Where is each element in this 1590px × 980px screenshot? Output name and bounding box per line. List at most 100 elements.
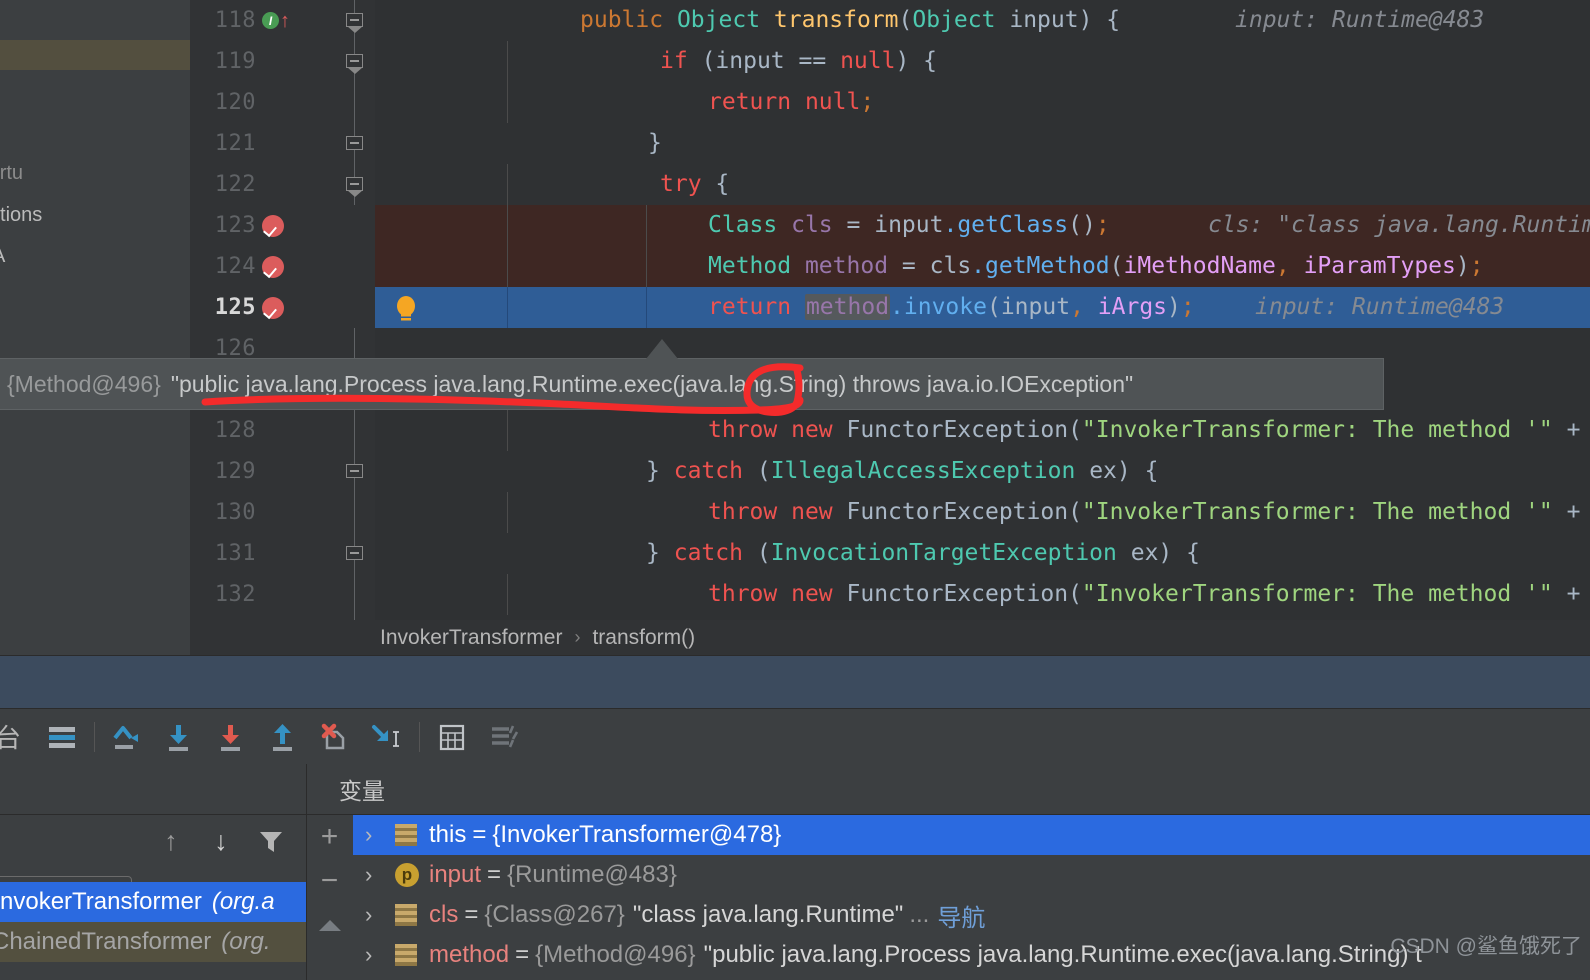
console-strip-partial[interactable]: ry/Java/JavaVirtu ons-collections A — [0, 0, 191, 655]
gutter-row[interactable]: 121 — [190, 123, 335, 164]
fold-brace-icon[interactable] — [346, 546, 363, 560]
gutter-row[interactable]: 132 — [190, 574, 335, 615]
breakpoint-marker[interactable] — [256, 255, 302, 278]
variables-title: 变量 — [339, 778, 385, 804]
code-row-current[interactable]: return method.invoke(input, iArgs); inpu… — [450, 287, 1590, 328]
code-row[interactable]: if (input == null) { — [450, 41, 1590, 82]
evaluate-expression-icon[interactable] — [426, 709, 478, 764]
breadcrumb[interactable]: InvokerTransformer › transform() — [190, 620, 1590, 655]
code-row[interactable]: } — [450, 123, 1590, 164]
settings-icon[interactable] — [478, 709, 530, 764]
code-row[interactable]: throw new FunctorException("InvokerTrans… — [450, 574, 1590, 615]
gutter-row[interactable]: 123 — [190, 205, 335, 246]
intention-bulb-icon[interactable] — [393, 295, 419, 328]
show-execution-point-icon[interactable] — [36, 709, 88, 764]
step-over-icon[interactable] — [101, 709, 153, 764]
watermark: CSDN @鲨鱼饿死了 — [1390, 935, 1582, 958]
gutter-row[interactable]: 129 — [190, 451, 335, 492]
code-row[interactable]: throw new FunctorException("InvokerTrans… — [450, 410, 1590, 451]
breadcrumb-method[interactable]: transform() — [592, 626, 695, 650]
console-tab-icon[interactable]: 台 — [0, 709, 26, 764]
editor-gutter[interactable]: 118 I ↑ 119 120 121 122 123 124 125 126 … — [190, 0, 335, 620]
step-into-icon[interactable] — [153, 709, 205, 764]
variable-value: "class java.lang.Runtime" — [632, 901, 904, 928]
gutter-row[interactable]: 120 — [190, 82, 335, 123]
variables-side-toolbar[interactable]: + − — [307, 815, 352, 980]
code-row[interactable]: throw new FunctorException("InvokerTrans… — [450, 492, 1590, 533]
code-row[interactable]: public Object transform(Object input) { … — [450, 0, 1590, 41]
expand-chevron-icon[interactable]: › — [365, 942, 395, 968]
code-row-executed[interactable]: Class cls = input.getClass(); cls: "clas… — [450, 205, 1590, 246]
expand-chevron-icon[interactable]: › — [365, 862, 395, 888]
ide-window: ry/Java/JavaVirtu ons-collections A 118 … — [0, 0, 1590, 980]
collapse-button[interactable] — [307, 903, 352, 947]
object-icon — [395, 904, 429, 926]
gutter-row[interactable]: 125 — [190, 287, 335, 328]
expand-chevron-icon[interactable]: › — [365, 902, 395, 928]
frame-package: (org.a — [211, 888, 275, 915]
frame-row[interactable]: ChainedTransformer (org. — [0, 922, 306, 962]
force-step-into-icon[interactable] — [205, 709, 257, 764]
code-row[interactable]: } catch (IllegalAccessException ex) { — [450, 451, 1590, 492]
equals-sign: = — [515, 941, 530, 968]
intention-bulb-column[interactable] — [375, 0, 450, 620]
breakpoint-marker[interactable] — [256, 296, 302, 319]
drop-frame-icon[interactable] — [309, 709, 361, 764]
step-out-icon[interactable] — [257, 709, 309, 764]
line-number: 122 — [214, 172, 256, 197]
frames-down-arrow-icon[interactable]: ↓ — [196, 814, 246, 868]
gutter-row[interactable]: 128 — [190, 410, 335, 451]
inline-hint: cls: "class java.lang.Runtime" — [1208, 212, 1590, 238]
variable-row[interactable]: › cls = {Class@267} "class java.lang.Run… — [353, 895, 1590, 935]
equals-sign: = — [472, 821, 487, 848]
fold-collapse-icon[interactable] — [346, 54, 363, 74]
code-editor[interactable]: 118 I ↑ 119 120 121 122 123 124 125 126 … — [190, 0, 1590, 655]
fold-column[interactable] — [335, 0, 375, 620]
gutter-row[interactable]: 124 — [190, 246, 335, 287]
variable-row[interactable]: › p input = {Runtime@483} — [353, 855, 1590, 895]
frame-method: ChainedTransformer — [0, 928, 212, 955]
remove-watch-button[interactable]: − — [307, 859, 352, 903]
debugger-tab-band[interactable] — [0, 656, 1590, 709]
add-watch-button[interactable]: + — [307, 815, 352, 859]
gutter-row[interactable]: 130 — [190, 492, 335, 533]
line-number: 118 — [214, 8, 256, 33]
console-highlighted-line — [0, 40, 190, 70]
gutter-row[interactable]: 118 I ↑ — [190, 0, 335, 41]
variable-ref: {InvokerTransformer@478} — [492, 821, 782, 848]
chevron-right-icon: › — [574, 627, 581, 647]
run-to-cursor-icon[interactable] — [361, 709, 413, 764]
debugger-toolbar[interactable]: 台 — [0, 709, 1590, 764]
code-text-area[interactable]: public Object transform(Object input) { … — [450, 0, 1590, 620]
variables-panel-header: 变量 — [307, 764, 1590, 815]
object-icon — [395, 824, 429, 846]
tooltip-arrow — [646, 339, 678, 360]
frame-package: (org. — [221, 928, 271, 955]
gutter-row[interactable]: 119 — [190, 41, 335, 82]
variable-name: input — [429, 861, 482, 888]
override-marker[interactable]: I ↑ — [256, 11, 302, 31]
filter-icon[interactable] — [246, 814, 296, 868]
code-row[interactable]: try { — [450, 164, 1590, 205]
breakpoint-marker[interactable] — [256, 214, 302, 237]
code-row[interactable]: } catch (InvocationTargetException ex) { — [450, 533, 1590, 574]
frame-row[interactable]: nvokerTransformer (org.a — [0, 882, 306, 922]
frames-toolbar[interactable]: : 运行中 ↑ ↓ — [0, 814, 306, 914]
variable-row[interactable]: › this = {InvokerTransformer@478} — [353, 815, 1590, 855]
navigate-link[interactable]: 导航 — [937, 898, 985, 933]
fold-collapse-icon[interactable] — [346, 177, 363, 197]
fold-brace-icon[interactable] — [346, 464, 363, 478]
gutter-row[interactable]: 122 — [190, 164, 335, 205]
line-number: 132 — [214, 582, 256, 607]
debugger-bottom-panels: : 运行中 ↑ ↓ nvokerTransformer (org.a Chain… — [0, 764, 1590, 980]
fold-collapse-icon[interactable] — [346, 13, 363, 33]
expand-chevron-icon[interactable]: › — [365, 822, 395, 848]
frames-up-arrow-icon[interactable]: ↑ — [146, 814, 196, 868]
gutter-row[interactable]: 131 — [190, 533, 335, 574]
frames-panel[interactable]: : 运行中 ↑ ↓ nvokerTransformer (org.a Chain… — [0, 764, 307, 980]
code-row[interactable]: return null; — [450, 82, 1590, 123]
fold-brace-icon[interactable] — [346, 136, 363, 150]
breadcrumb-class[interactable]: InvokerTransformer — [380, 626, 562, 650]
value-tooltip[interactable]: {Method@496} "public java.lang.Process j… — [0, 358, 1384, 410]
code-row-executed[interactable]: Method method = cls.getMethod(iMethodNam… — [450, 246, 1590, 287]
